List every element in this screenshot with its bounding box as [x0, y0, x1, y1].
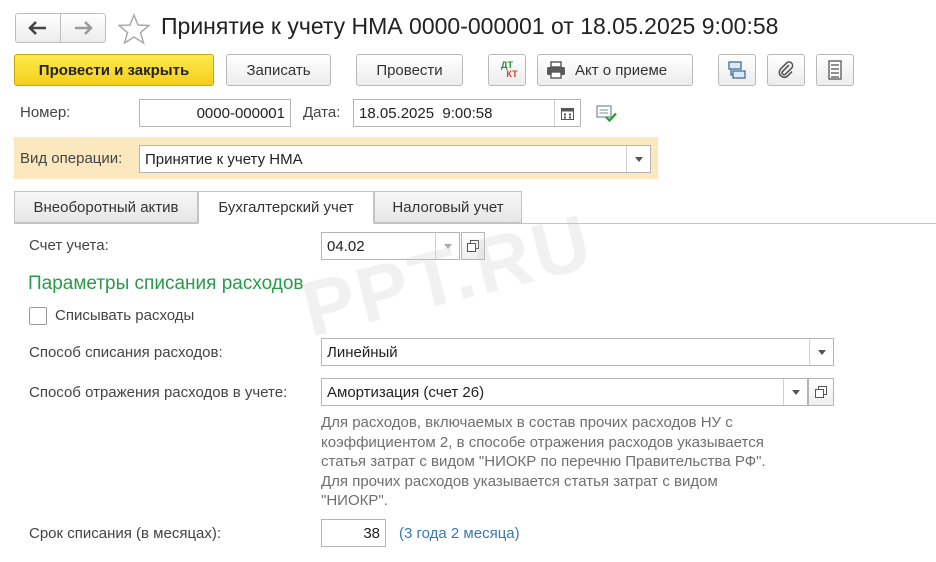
kt-label: КТ	[506, 69, 518, 79]
operation-type-dropdown-button[interactable]	[626, 146, 650, 172]
date-value: 18.05.2025 9:00:58	[359, 104, 493, 122]
hint-line: коэффициентом 2, в способе отражения рас…	[321, 433, 764, 451]
operation-type-label: Вид операции:	[20, 150, 123, 167]
writeoff-method-select[interactable]: Линейный	[321, 338, 834, 366]
number-label: Номер:	[20, 104, 71, 121]
document-posted-icon	[596, 105, 617, 123]
open-window-icon	[467, 240, 479, 252]
back-button[interactable]	[15, 13, 61, 43]
reflection-hint-text: Для расходов, включаемых в состав прочих…	[321, 413, 841, 511]
forward-button[interactable]	[60, 13, 106, 43]
account-label: Счет учета:	[29, 237, 109, 254]
writeoff-method-label: Способ списания расходов:	[29, 344, 223, 361]
account-field[interactable]: 04.02	[321, 232, 460, 260]
dt-kt-icon: ДТ КТ	[496, 61, 518, 79]
star-icon	[117, 12, 151, 45]
structure-icon	[728, 61, 746, 79]
post-and-close-button[interactable]: Провести и закрыть	[14, 54, 214, 86]
date-field[interactable]: 18.05.2025 9:00:58	[353, 99, 581, 127]
act-of-acceptance-label: Акт о приеме	[575, 61, 668, 79]
reflection-method-select[interactable]: Амортизация (счет 26)	[321, 378, 808, 406]
writeoff-checkbox[interactable]	[29, 307, 47, 325]
chevron-down-icon	[791, 389, 800, 395]
tabs-baseline	[14, 223, 936, 224]
hint-line: Для прочих расходов указывается статья з…	[321, 472, 718, 490]
hint-line: Для расходов, включаемых в состав прочих…	[321, 414, 733, 431]
tab-noncurrent-asset[interactable]: Внеоборотный актив	[14, 191, 198, 223]
operation-type-value: Принятие к учету НМА	[145, 150, 303, 168]
calendar-button[interactable]	[554, 100, 580, 126]
hint-line: статья затрат с видом "НИОКР по перечню …	[321, 453, 766, 470]
writeoff-method-value: Линейный	[327, 343, 398, 361]
writeoff-term-field[interactable]: 38	[321, 519, 386, 547]
date-label: Дата:	[303, 104, 341, 121]
chevron-down-icon	[817, 349, 826, 355]
writeoff-method-dropdown-button[interactable]	[809, 339, 833, 365]
chevron-down-icon	[634, 156, 643, 162]
section-title: Параметры списания расходов	[28, 273, 304, 294]
save-button[interactable]: Записать	[226, 54, 331, 86]
list-icon	[828, 60, 842, 80]
account-value: 04.02	[327, 237, 365, 255]
open-window-icon	[815, 386, 827, 398]
account-open-button[interactable]	[461, 232, 485, 260]
posted-status-button[interactable]	[596, 104, 618, 124]
reflection-method-label: Способ отражения расходов в учете:	[29, 384, 288, 401]
chevron-down-icon	[443, 243, 452, 249]
arrow-left-icon	[28, 21, 46, 35]
calendar-icon	[561, 107, 574, 120]
act-of-acceptance-button[interactable]: Акт о приеме	[537, 54, 693, 86]
attachments-button[interactable]	[767, 54, 805, 86]
tab-accounting[interactable]: Бухгалтерский учет	[198, 191, 374, 224]
number-field[interactable]: 0000-000001	[139, 99, 291, 127]
printer-icon	[547, 61, 565, 79]
reflection-method-dropdown-button[interactable]	[783, 379, 807, 405]
favorite-star-button[interactable]	[117, 12, 151, 45]
structure-button[interactable]	[718, 54, 756, 86]
paperclip-icon	[778, 61, 794, 79]
hint-line: "НИОКР".	[321, 492, 388, 509]
page-title: Принятие к учету НМА 0000-000001 от 18.0…	[161, 13, 779, 39]
dt-kt-button[interactable]: ДТ КТ	[488, 54, 526, 86]
writeoff-checkbox-label[interactable]: Списывать расходы	[55, 307, 194, 324]
arrow-right-icon	[75, 21, 93, 35]
tab-tax-accounting[interactable]: Налоговый учет	[374, 191, 522, 223]
writeoff-term-description: (3 года 2 месяца)	[399, 525, 520, 542]
account-dropdown-button[interactable]	[435, 233, 459, 259]
post-button[interactable]: Провести	[356, 54, 463, 86]
reflection-method-value: Амортизация (счет 26)	[327, 383, 485, 401]
operation-type-select[interactable]: Принятие к учету НМА	[139, 145, 651, 173]
more-menu-button[interactable]	[816, 54, 854, 86]
writeoff-term-label: Срок списания (в месяцах):	[29, 525, 222, 542]
reflection-method-open-button[interactable]	[808, 378, 834, 406]
